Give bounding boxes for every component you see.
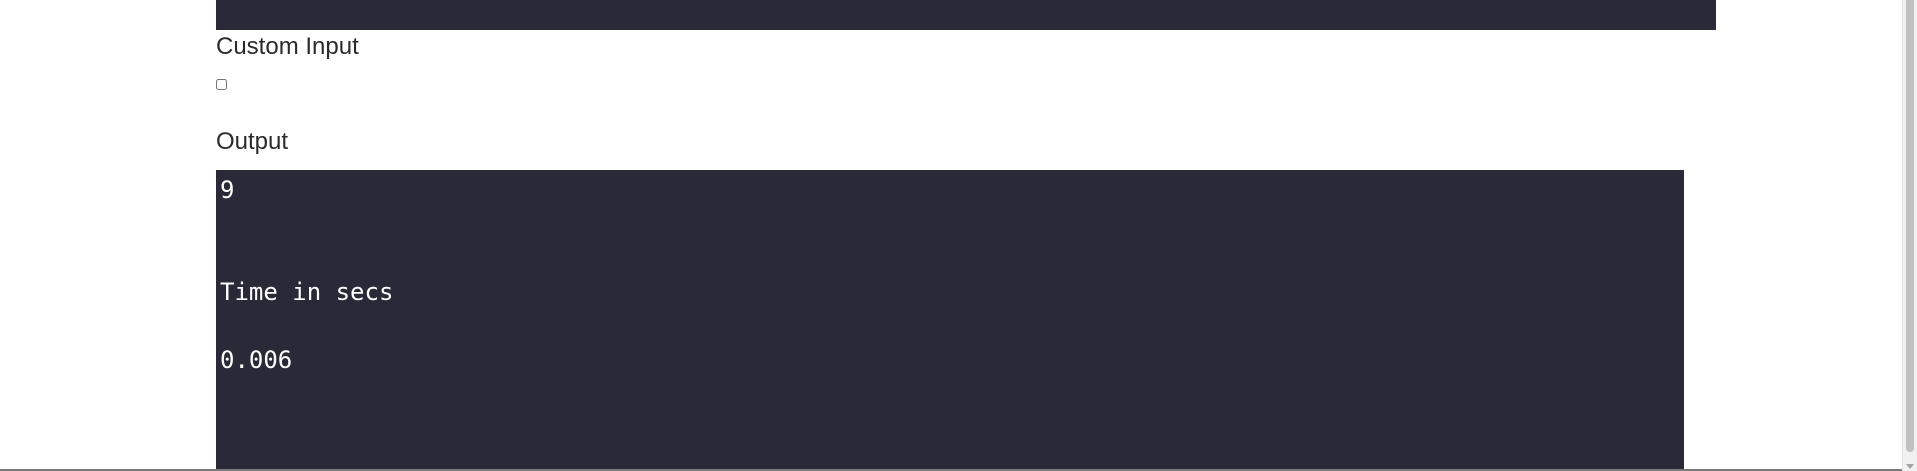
custom-input-checkbox[interactable] <box>216 79 227 90</box>
time-label: Time in secs <box>220 278 394 306</box>
time-value: 0.006 <box>220 346 293 374</box>
page: Custom Input Output 9 Time in secs 0.006 <box>0 0 1917 471</box>
output-result: 9 <box>220 176 235 204</box>
output-panel: 9 Time in secs 0.006 <box>216 170 1684 471</box>
code-editor[interactable] <box>216 0 1716 30</box>
scroll-down-arrow-icon[interactable] <box>1906 464 1914 469</box>
scrollbar-thumb[interactable] <box>1906 0 1914 452</box>
vertical-scrollbar[interactable] <box>1902 0 1917 471</box>
output-label: Output <box>216 128 289 155</box>
custom-input-label: Custom Input <box>216 33 359 60</box>
